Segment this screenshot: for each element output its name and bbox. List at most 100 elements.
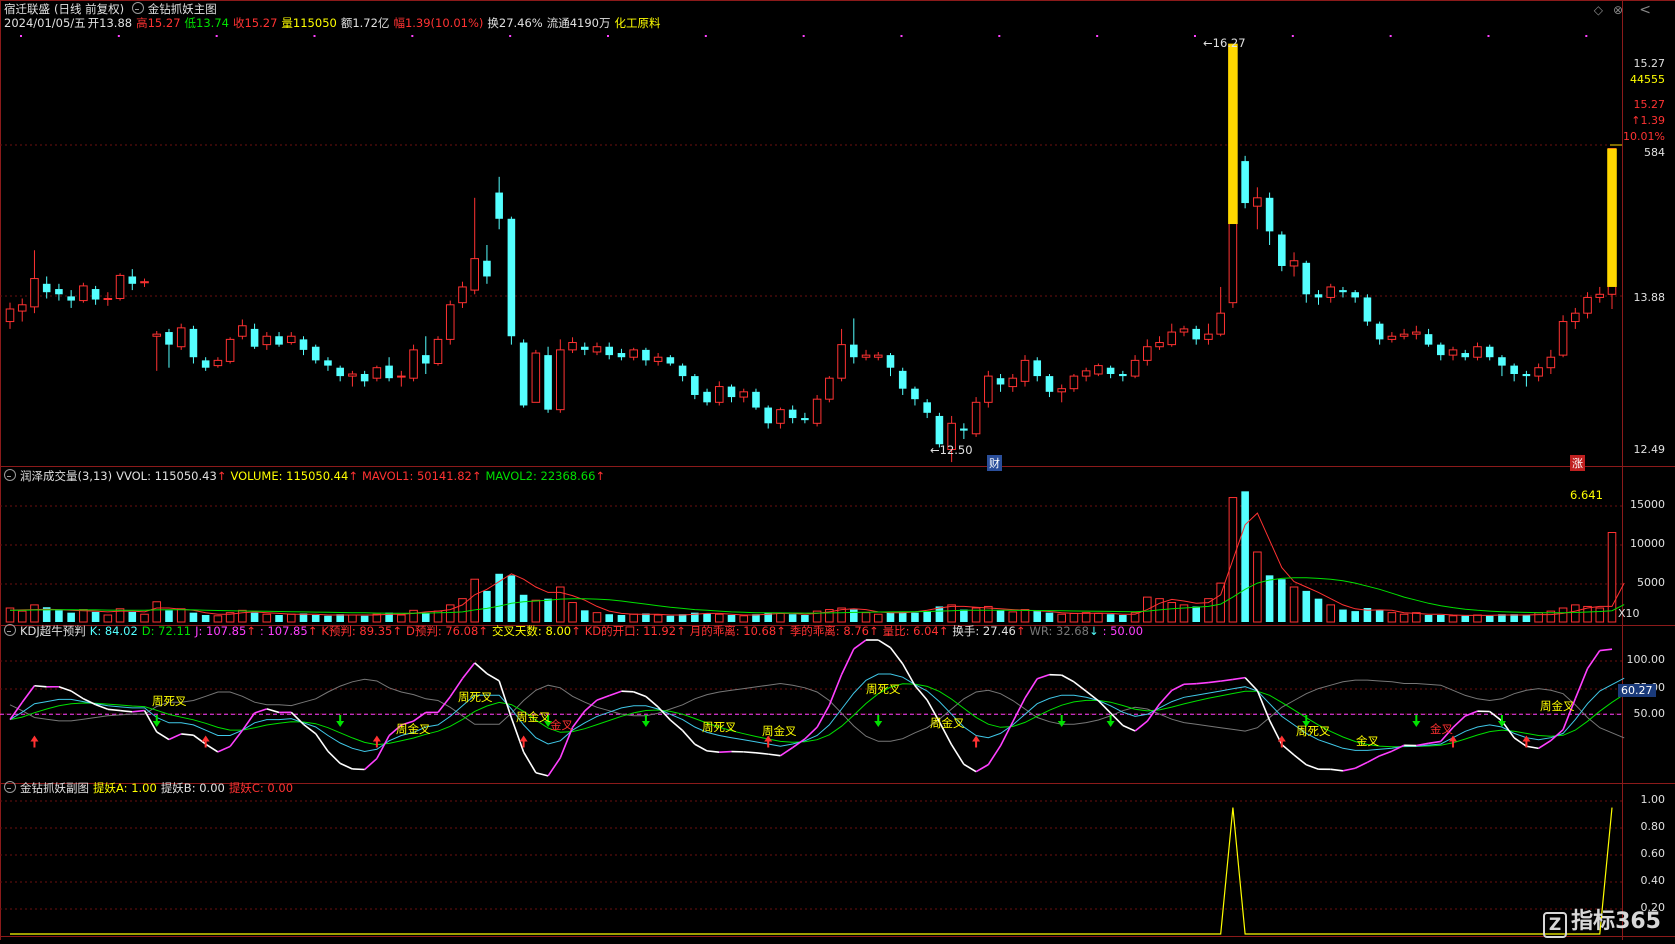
volume-bar-up [410, 610, 418, 622]
candle-body-down [1486, 347, 1494, 357]
candle-body-down [789, 410, 797, 418]
sub-header: 金钻抓妖副图提妖A: 1.00提妖B: 0.00提妖C: 0.00 [4, 780, 297, 796]
kdj-name[interactable]: KDJ超牛预判 [20, 624, 86, 638]
axis-price-top: 15.27 [1634, 57, 1666, 70]
mavol1-line [10, 513, 1624, 615]
volume-bar-down [495, 574, 503, 622]
top-marker-dot [20, 35, 22, 37]
candle-body-down [312, 347, 320, 361]
j-line-segment [1282, 745, 1294, 755]
finance-badge[interactable]: 财 [987, 455, 1002, 471]
candle-body-down [1033, 360, 1041, 376]
j-line-segment [573, 711, 585, 727]
j-line-segment [1233, 678, 1245, 680]
axis-chg-value: 1.39 [1641, 114, 1666, 127]
kdj-up-arrow-icon [373, 736, 381, 748]
mavol2-line [10, 578, 1624, 614]
kdj-month-arrow: ↑ [776, 624, 786, 638]
industry[interactable]: 化工原料 [615, 16, 661, 30]
kdj-j2-arrow: ↑ [308, 624, 318, 638]
close-value: 15.27 [244, 16, 277, 30]
j-line-segment [1380, 751, 1392, 756]
settings-circle-icon[interactable] [132, 2, 144, 14]
kdj-current-value: 60.27 [1618, 684, 1656, 697]
volume-bar-down [581, 610, 589, 622]
diamond-icon[interactable]: ◇ [1594, 3, 1603, 17]
vol-name[interactable]: 润泽成交量(3,13) [20, 469, 112, 483]
volume-bar-down [55, 610, 63, 622]
j-line-segment [1490, 712, 1502, 721]
limit-up-badge[interactable]: 涨 [1570, 455, 1585, 471]
volume-bar-down [1278, 579, 1286, 622]
stock-mode: (日线 前复权) [54, 2, 124, 16]
vol-settings-icon[interactable] [4, 469, 16, 481]
candle-body-down [275, 336, 283, 344]
main-indicator-name[interactable]: 金钻抓妖主图 [148, 2, 217, 16]
sub-name[interactable]: 金钻抓妖副图 [20, 781, 89, 795]
volume-bar-down [605, 614, 613, 622]
j-line-segment [1367, 756, 1379, 762]
j-line-segment [548, 758, 560, 776]
candle-body-down [899, 371, 907, 389]
kdj-kpred: K预判: 89.35 [321, 624, 392, 638]
collapse-arrow-icon[interactable]: < [1639, 2, 1651, 18]
volume-bar-up [1070, 613, 1078, 622]
volume-bar-up [214, 616, 222, 622]
volume-bar-up [532, 600, 540, 622]
kdj-dpred-arrow: ↑ [478, 624, 488, 638]
j-line-segment [597, 696, 609, 700]
candle-body-up [214, 360, 222, 365]
candle-body-down [1241, 161, 1249, 203]
top-marker-dot [118, 35, 120, 37]
candle-body-up [153, 334, 161, 336]
kdj-up-arrow-icon [1522, 736, 1530, 748]
volume-bar-down [300, 613, 308, 622]
j-line-segment [438, 697, 450, 713]
volume-bar-up [263, 614, 271, 622]
stock-name[interactable]: 宿迁联盛 [4, 2, 50, 16]
watermark-text: 指标365 [1571, 909, 1661, 934]
candle-body-down [642, 350, 650, 360]
vol-mavol2: MAVOL2: 22368.66 [486, 469, 596, 483]
float-label: 流通 [547, 16, 570, 30]
close-pane-icon[interactable]: ⊗ [1613, 3, 1623, 17]
volume-bar-up [18, 611, 26, 622]
candle-body-down [667, 357, 675, 363]
candle-body-up [1131, 360, 1139, 376]
volume-bar-up [1327, 605, 1335, 622]
candle-body-up [1596, 294, 1604, 297]
candle-body-down [618, 353, 626, 357]
candle-body-down [1523, 374, 1531, 376]
kdj-wr-arrow: ↓ [1089, 624, 1099, 638]
j-line-segment [1074, 682, 1086, 691]
candle-body-up [532, 353, 540, 402]
vol-volume: VOLUME: 115050.44 [230, 469, 348, 483]
j-line-segment [1037, 675, 1049, 679]
candle-body-down [1278, 235, 1286, 266]
high-mark-value: 16.27 [1213, 36, 1246, 50]
candle-body-up [349, 374, 357, 376]
candle-body-down [1437, 345, 1445, 355]
candle-body-down [581, 347, 589, 350]
limit-up-yellow-bar [1607, 149, 1617, 287]
vol-mavol1-arrow: ↑ [472, 469, 482, 483]
j-line-segment [352, 769, 364, 770]
j-line-segment [1147, 704, 1159, 721]
kdj-kpred-arrow: ↑ [392, 624, 402, 638]
volume-bar-up [287, 614, 295, 622]
candle-body-up [1327, 287, 1335, 297]
volume-value: 115050 [293, 16, 337, 30]
volume-bar-up [1535, 613, 1543, 622]
main-quote-row: 2024/01/05/五开13.88高15.27低13.74收15.27量115… [4, 15, 665, 31]
j-line-segment [988, 746, 1000, 765]
kdj-fifty: : 50.00 [1103, 624, 1143, 638]
volume-bar-down [190, 613, 198, 622]
kdj-wr: WR: 32.68 [1029, 624, 1088, 638]
kdj-kdopen-arrow: ↑ [676, 624, 686, 638]
top-marker-dot [509, 35, 511, 37]
sub-settings-icon[interactable] [4, 781, 16, 793]
j-line-segment [621, 691, 633, 692]
kdj-settings-icon[interactable] [4, 624, 16, 636]
volume-bar-up [1254, 552, 1262, 622]
j-line-segment [707, 751, 719, 752]
